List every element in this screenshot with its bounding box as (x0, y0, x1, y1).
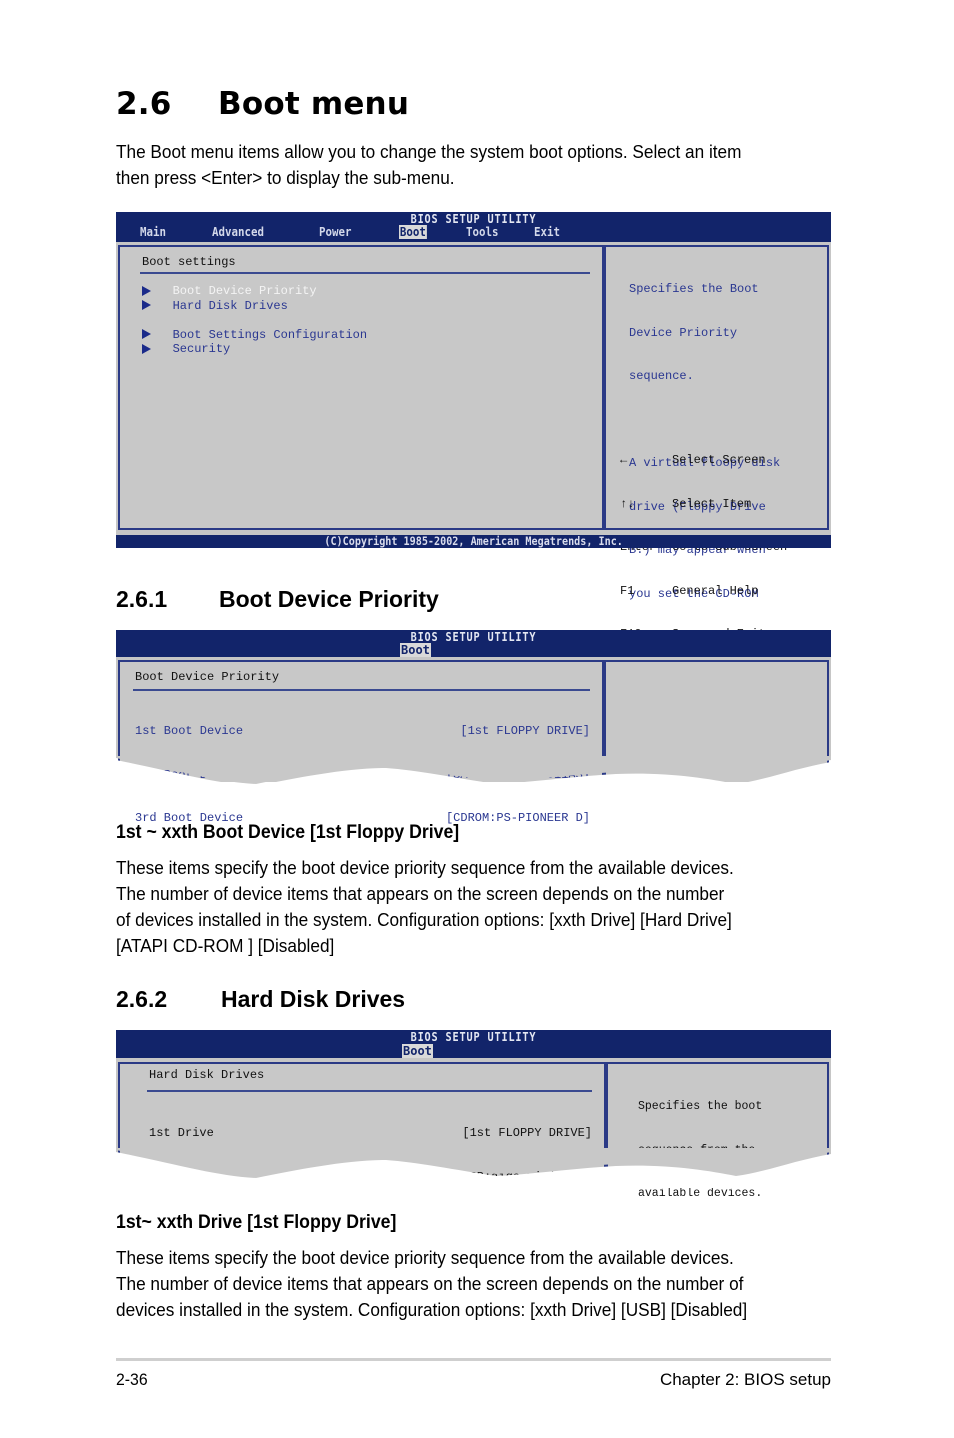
section-heading: 2.6 Boot menu (116, 86, 409, 122)
drive-description: These items specify the boot device prio… (116, 1247, 748, 1320)
arrow-up-down-icon: ↑↓ (620, 496, 635, 511)
panel-heading: Hard Disk Drives (149, 1068, 265, 1082)
torn-edge (116, 756, 831, 796)
boot-device-description: These items specify the boot device prio… (116, 857, 734, 956)
section-title: Boot menu (218, 86, 410, 122)
bios-left-panel: Boot settings Boot Device Priority Hard … (118, 245, 604, 530)
boot-menu-list: Boot Device Priority Hard Disk Drives Bo… (142, 284, 367, 357)
intro-line: then press <Enter> to display the sub-me… (116, 167, 455, 188)
bios-title: BIOS SETUP UTILITY (410, 630, 537, 644)
intro-line: The Boot menu items allow you to change … (116, 141, 742, 162)
key-row: ↑↓ Select Item (620, 496, 752, 511)
bios-header: BIOS SETUP UTILITY Boot (116, 630, 831, 657)
key-row: F1 General Help (620, 583, 759, 598)
triangle-right-icon (142, 329, 151, 340)
section-number: 2.6 (116, 86, 172, 122)
bios-tabs: Main Advanced Power Boot Tools Exit (140, 225, 563, 239)
tab-main[interactable]: Main (140, 225, 205, 239)
bios-header: BIOS SETUP UTILITY Boot (116, 1030, 831, 1058)
panel-heading: Boot Device Priority (135, 670, 280, 684)
tab-boot[interactable]: Boot (399, 225, 427, 239)
menu-item-security[interactable]: Security (142, 342, 367, 357)
menu-item-boot-settings-configuration[interactable]: Boot Settings Configuration (142, 328, 367, 343)
bios-screen-main: BIOS SETUP UTILITY Main Advanced Power B… (116, 212, 831, 688)
tab-boot[interactable]: Boot (400, 643, 431, 657)
subsection-heading-2-6-2: 2.6.2 Hard Disk Drives (116, 986, 406, 1012)
key-row: ← Select Screen (620, 453, 766, 467)
hard-drive-row[interactable]: 1st Drive [1st FLOPPY DRIVE] (149, 1126, 592, 1141)
tab-boot[interactable]: Boot (402, 1044, 433, 1058)
divider (147, 1090, 592, 1092)
panel-heading: Boot settings (142, 255, 236, 269)
item-heading-drive: 1st~ xxth Drive [1st Floppy Drive] (116, 1212, 397, 1233)
chapter-title: Chapter 2: BIOS setup (659, 1370, 831, 1389)
page-number: 2-36 (116, 1370, 148, 1389)
intro-paragraph: The Boot menu items allow you to change … (116, 139, 741, 191)
triangle-right-icon (142, 343, 151, 354)
menu-item-hard-disk-drives[interactable]: Hard Disk Drives (142, 299, 367, 314)
tab-power[interactable]: Power (319, 225, 391, 239)
divider (140, 272, 590, 274)
tab-tools[interactable]: Tools (466, 225, 527, 239)
arrow-left-icon: ← (620, 453, 628, 467)
bios-title: BIOS SETUP UTILITY (410, 1030, 537, 1044)
bios-title: BIOS SETUP UTILITY (410, 212, 537, 226)
triangle-right-icon (142, 285, 151, 296)
menu-item-boot-device-priority[interactable]: Boot Device Priority (142, 284, 367, 299)
bios-screen-hard-disk-drives: BIOS SETUP UTILITY Boot Hard Disk Drives… (116, 1030, 831, 1200)
bios-screen-boot-device-priority: BIOS SETUP UTILITY Boot Boot Device Prio… (116, 630, 831, 825)
footer-rule (116, 1358, 831, 1361)
subsection-heading-2-6-1: 2.6.1 Boot Device Priority (116, 586, 439, 612)
boot-device-row[interactable]: 1st Boot Device [1st FLOPPY DRIVE] (135, 724, 590, 739)
tab-advanced[interactable]: Advanced (212, 225, 308, 239)
bios-copyright-bar: (C)Copyright 1985-2002, American Megatre… (116, 535, 831, 548)
tab-exit[interactable]: Exit (534, 225, 560, 239)
item-heading-boot-device: 1st ~ xxth Boot Device [1st Floppy Drive… (116, 822, 460, 843)
bios-help-panel: Specifies the Boot Device Priority seque… (604, 245, 829, 688)
triangle-right-icon (142, 300, 151, 311)
torn-edge (116, 1148, 831, 1188)
bios-header: BIOS SETUP UTILITY Main Advanced Power B… (116, 212, 831, 242)
divider (133, 689, 590, 691)
